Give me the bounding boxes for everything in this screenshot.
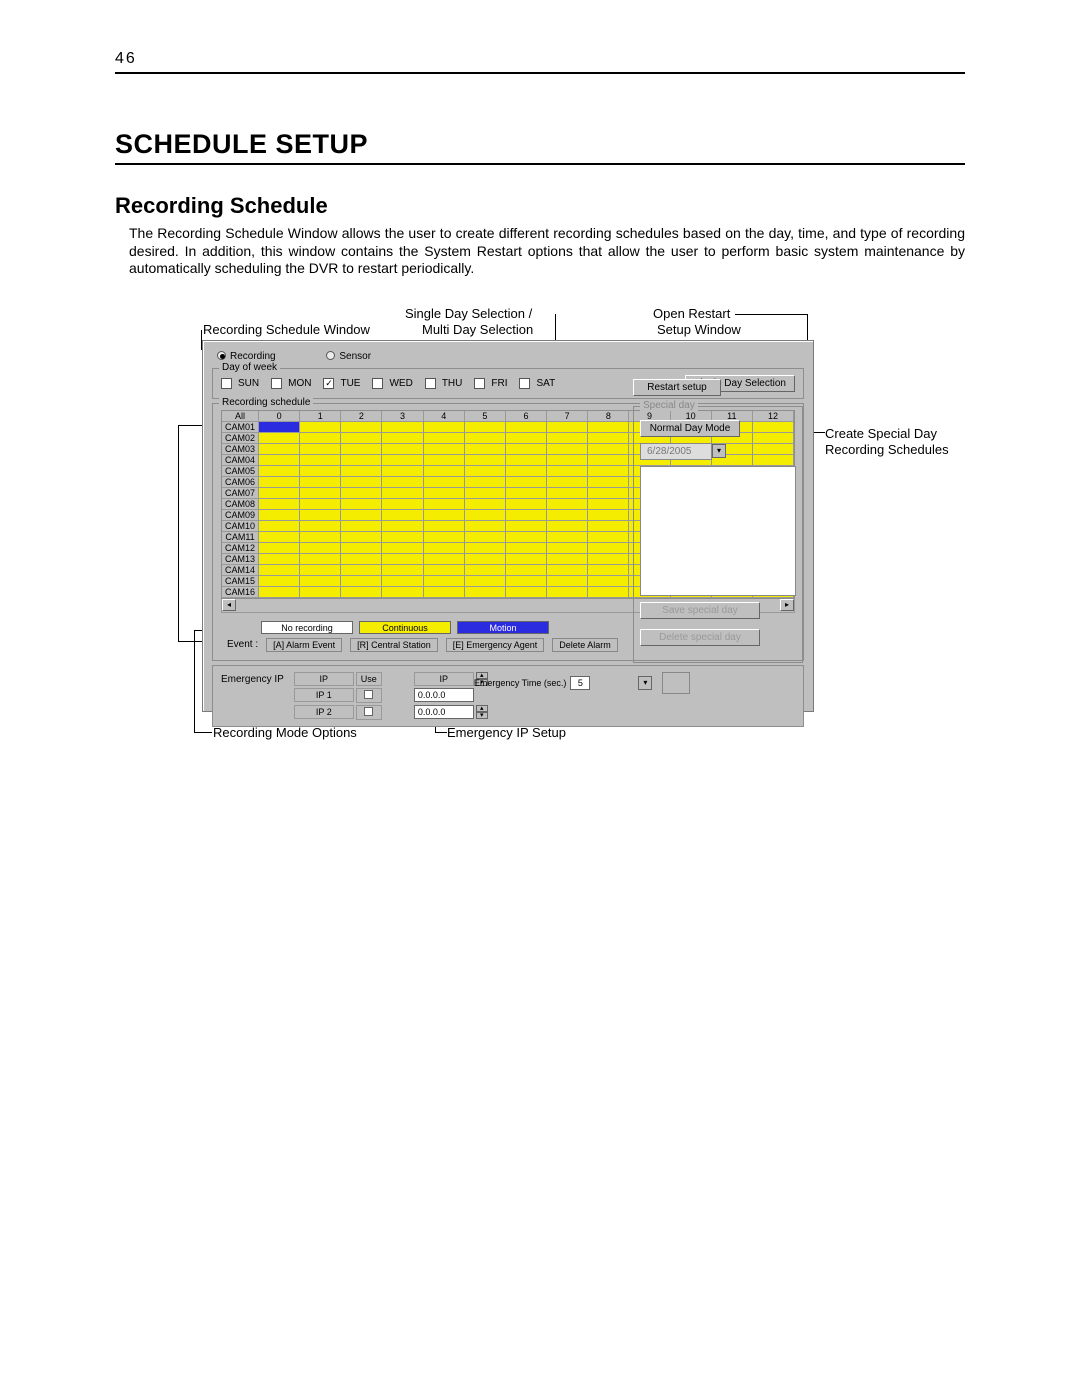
normal-day-mode-button[interactable]: Normal Day Mode — [640, 420, 740, 437]
special-day-listbox[interactable] — [640, 466, 796, 596]
divider — [115, 72, 965, 74]
delete-alarm-button[interactable]: Delete Alarm — [552, 638, 618, 652]
checkbox-fri[interactable] — [474, 378, 485, 389]
group-title: Special day — [640, 400, 698, 411]
right-column: Restart setup Special day Normal Day Mod… — [633, 379, 803, 663]
annotation-special-day-2: Recording Schedules — [825, 442, 949, 458]
heading-schedule-setup: SCHEDULE SETUP — [115, 129, 965, 160]
ip1-field[interactable]: 0.0.0.0 — [414, 688, 474, 702]
annotation-open-restart-1: Open Restart — [653, 306, 730, 322]
ip-row-2-label: IP 2 — [294, 705, 354, 719]
heading-recording-schedule: Recording Schedule — [115, 193, 965, 219]
dropdown-arrow-icon[interactable]: ▾ — [638, 676, 652, 690]
recording-schedule-window: Recording Sensor Day of week SUN MON ✓TU… — [202, 340, 814, 712]
annotation-recording-mode: Recording Mode Options — [213, 725, 357, 740]
event-label: Event : — [227, 639, 258, 650]
body-paragraph: The Recording Schedule Window allows the… — [129, 225, 965, 278]
restart-setup-button[interactable]: Restart setup — [633, 379, 721, 396]
annotation-special-day-1: Create Special Day — [825, 426, 937, 442]
dropdown-arrow-icon[interactable]: ▾ — [712, 444, 726, 458]
page-number: 46 — [115, 50, 965, 68]
checkbox-tue[interactable]: ✓ — [323, 378, 334, 389]
annotation-recording-window: Recording Schedule Window — [203, 322, 370, 338]
save-special-day-button[interactable]: Save special day — [640, 602, 760, 619]
group-special-day: Special day Normal Day Mode 6/28/2005 ▾ … — [633, 406, 803, 663]
annotation-single-multi-1: Single Day Selection / — [405, 306, 532, 322]
group-emergency-ip: Emergency IP IP Use IP ▴▾ IP 1 0.0.0.0 — [212, 665, 804, 727]
checkbox-sun[interactable] — [221, 378, 232, 389]
date-field[interactable]: 6/28/2005 — [640, 443, 712, 460]
annotation-emergency-ip: Emergency IP Setup — [447, 725, 566, 740]
divider — [115, 163, 965, 165]
legend-no-recording: No recording — [261, 621, 353, 634]
emergency-ip-label: Emergency IP — [221, 672, 284, 685]
ip-row-1-label: IP 1 — [294, 688, 354, 702]
checkbox-ip1-use[interactable] — [364, 690, 373, 699]
annotation-open-restart-2: Setup Window — [657, 322, 741, 338]
radio-recording[interactable]: Recording — [217, 351, 276, 362]
scroll-left-icon[interactable]: ◂ — [222, 599, 236, 611]
mode-radio-row: Recording Sensor — [203, 341, 813, 366]
legend-motion: Motion — [457, 621, 549, 634]
alarm-event-button[interactable]: [A] Alarm Event — [266, 638, 342, 652]
checkbox-mon[interactable] — [271, 378, 282, 389]
checkbox-wed[interactable] — [372, 378, 383, 389]
annotation-single-multi-2: Multi Day Selection — [422, 322, 533, 338]
radio-dot-icon — [326, 351, 335, 360]
legend-continuous: Continuous — [359, 621, 451, 634]
emergency-agent-button[interactable]: [E] Emergency Agent — [446, 638, 545, 652]
group-title: Day of week — [219, 362, 280, 373]
ip2-field[interactable]: 0.0.0.0 — [414, 705, 474, 719]
group-title: Recording schedule — [219, 397, 313, 408]
checkbox-ip2-use[interactable] — [364, 707, 373, 716]
radio-sensor[interactable]: Sensor — [326, 351, 371, 362]
apply-button[interactable] — [662, 672, 690, 694]
central-station-button[interactable]: [R] Central Station — [350, 638, 438, 652]
delete-special-day-button[interactable]: Delete special day — [640, 629, 760, 646]
figure-annotated-screenshot: Recording Schedule Window Single Day Sel… — [115, 300, 965, 745]
radio-dot-icon — [217, 351, 226, 360]
spin-up-icon[interactable]: ▴ — [476, 705, 488, 712]
checkbox-sat[interactable] — [519, 378, 530, 389]
emergency-time-label: Emergency Time (sec.) — [474, 678, 567, 688]
emergency-time-value[interactable]: 5 — [570, 676, 590, 690]
spin-down-icon[interactable]: ▾ — [476, 712, 488, 719]
document-page: 46 SCHEDULE SETUP Recording Schedule The… — [0, 0, 1080, 1397]
checkbox-thu[interactable] — [425, 378, 436, 389]
